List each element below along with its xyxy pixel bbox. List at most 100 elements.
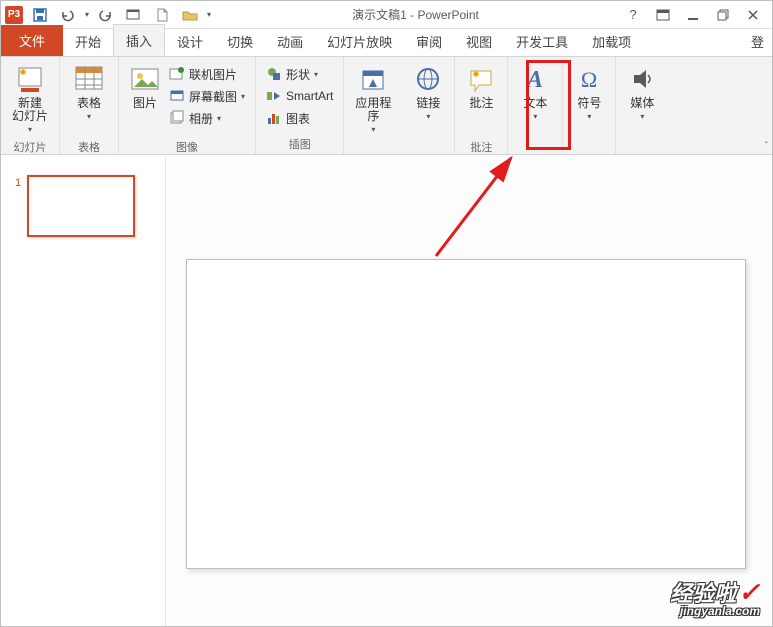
tab-insert[interactable]: 插入 <box>113 24 165 56</box>
qat: P3 ▾ ▾ <box>1 4 211 26</box>
smartart-icon <box>266 88 282 104</box>
workspace: 1 <box>1 157 772 626</box>
tab-animation[interactable]: 动画 <box>265 26 315 56</box>
illust-stack: 形状 ▾ SmartArt 图表 <box>262 61 337 129</box>
tab-review[interactable]: 审阅 <box>404 26 454 56</box>
online-picture-button[interactable]: 联机图片 <box>165 63 249 85</box>
table-label: 表格 <box>77 97 101 110</box>
tab-developer[interactable]: 开发工具 <box>504 26 580 56</box>
group-links: 链接 ▾ <box>402 57 455 154</box>
tab-addins[interactable]: 加载项 <box>580 26 643 56</box>
login-button[interactable]: 登 <box>751 32 772 56</box>
minimize-button[interactable] <box>680 4 706 26</box>
group-text-label <box>534 138 537 152</box>
slide-thumb-image <box>27 175 135 237</box>
undo-button[interactable] <box>57 4 79 26</box>
apps-button[interactable]: 应用程 序 ▾ <box>350 61 396 137</box>
new-slide-button[interactable]: 新建 幻灯片 ▾ <box>7 61 53 137</box>
group-comments: 批注 批注 <box>455 57 508 154</box>
ribbon-display-button[interactable] <box>650 4 676 26</box>
tab-view[interactable]: 视图 <box>454 26 504 56</box>
table-button[interactable]: 表格 ▾ <box>66 61 112 137</box>
screenshot-icon <box>169 88 185 104</box>
table-arrow-icon: ▾ <box>87 110 91 123</box>
smartart-label: SmartArt <box>286 89 333 103</box>
comment-label: 批注 <box>469 97 493 110</box>
new-slide-arrow-icon: ▾ <box>28 123 32 136</box>
screenshot-button[interactable]: 屏幕截图 ▾ <box>165 85 249 107</box>
ribbon-tabs: 文件 开始 插入 设计 切换 动画 幻灯片放映 审阅 视图 开发工具 加载项 登 <box>1 29 772 57</box>
group-images: 图片 联机图片 屏幕截图 ▾ 相册 ▾ 图像 <box>119 57 256 154</box>
slide-thumbnail-1[interactable]: 1 <box>1 175 165 237</box>
symbol-arrow-icon: ▾ <box>587 110 591 123</box>
undo-more-icon[interactable]: ▾ <box>85 10 89 19</box>
text-arrow-icon: ▾ <box>533 110 537 123</box>
group-apps: 应用程 序 ▾ <box>344 57 402 154</box>
help-button[interactable]: ? <box>620 4 646 26</box>
window-title: 演示文稿1 - PowerPoint <box>211 6 620 23</box>
table-icon <box>73 63 105 95</box>
links-arrow-icon: ▾ <box>426 110 430 123</box>
symbol-label: 符号 <box>577 97 601 110</box>
media-label: 媒体 <box>630 97 654 110</box>
apps-arrow-icon: ▾ <box>371 123 375 136</box>
chart-button[interactable]: 图表 <box>262 107 337 129</box>
group-tables-label: 表格 <box>78 137 100 155</box>
text-icon: A <box>519 63 551 95</box>
group-images-label: 图像 <box>176 137 198 155</box>
comment-button[interactable]: 批注 <box>461 61 501 137</box>
group-slides-label: 幻灯片 <box>14 137 47 155</box>
close-button[interactable] <box>740 4 766 26</box>
online-picture-icon <box>169 66 185 82</box>
start-show-button[interactable] <box>123 4 145 26</box>
restore-button[interactable] <box>710 4 736 26</box>
new-slide-label: 新建 幻灯片 <box>12 97 48 123</box>
chart-icon <box>266 110 282 126</box>
group-illustrations: 形状 ▾ SmartArt 图表 插图 <box>256 57 344 154</box>
picture-icon <box>129 63 161 95</box>
tab-home[interactable]: 开始 <box>63 26 113 56</box>
symbol-icon: Ω <box>573 63 605 95</box>
group-comments-label: 批注 <box>470 137 492 155</box>
slide-number-1: 1 <box>15 175 27 189</box>
tab-slideshow[interactable]: 幻灯片放映 <box>315 26 404 56</box>
shapes-icon <box>266 66 282 82</box>
new-file-button[interactable] <box>151 4 173 26</box>
collapse-ribbon-button[interactable]: ˆ <box>765 141 768 152</box>
window-controls: ? <box>620 4 772 26</box>
slide-editor[interactable] <box>166 157 772 626</box>
svg-text:A: A <box>525 67 543 93</box>
group-tables: 表格 ▾ 表格 <box>60 57 119 154</box>
ribbon: 新建 幻灯片 ▾ 幻灯片 表格 ▾ 表格 图片 <box>1 57 772 155</box>
album-button[interactable]: 相册 ▾ <box>165 107 249 129</box>
smartart-button[interactable]: SmartArt <box>262 85 337 107</box>
group-links-label <box>427 138 430 152</box>
images-stack: 联机图片 屏幕截图 ▾ 相册 ▾ <box>165 61 249 129</box>
links-icon <box>412 63 444 95</box>
tab-transition[interactable]: 切换 <box>215 26 265 56</box>
shapes-button[interactable]: 形状 ▾ <box>262 63 337 85</box>
svg-text:Ω: Ω <box>581 67 597 92</box>
online-picture-label: 联机图片 <box>189 66 237 83</box>
group-media-label <box>641 138 644 152</box>
tab-design[interactable]: 设计 <box>165 26 215 56</box>
app-icon: P3 <box>5 6 23 24</box>
text-button[interactable]: A 文本 ▾ <box>514 61 556 137</box>
group-media: 媒体 ▾ <box>616 57 668 154</box>
group-symbols: Ω 符号 ▾ <box>563 57 616 154</box>
media-button[interactable]: 媒体 ▾ <box>622 61 662 137</box>
symbol-button[interactable]: Ω 符号 ▾ <box>569 61 609 137</box>
thumbnail-pane[interactable]: 1 <box>1 157 166 626</box>
open-file-button[interactable] <box>179 4 201 26</box>
new-slide-icon <box>14 63 46 95</box>
chart-label: 图表 <box>286 110 310 127</box>
picture-button[interactable]: 图片 <box>125 61 165 137</box>
tab-file[interactable]: 文件 <box>1 25 63 56</box>
slide-canvas[interactable] <box>186 259 746 569</box>
save-button[interactable] <box>29 4 51 26</box>
links-button[interactable]: 链接 ▾ <box>408 61 448 137</box>
redo-button[interactable] <box>95 4 117 26</box>
group-illust-label: 插图 <box>289 134 311 152</box>
shapes-arrow-icon: ▾ <box>314 70 318 79</box>
screenshot-arrow-icon: ▾ <box>241 92 245 101</box>
